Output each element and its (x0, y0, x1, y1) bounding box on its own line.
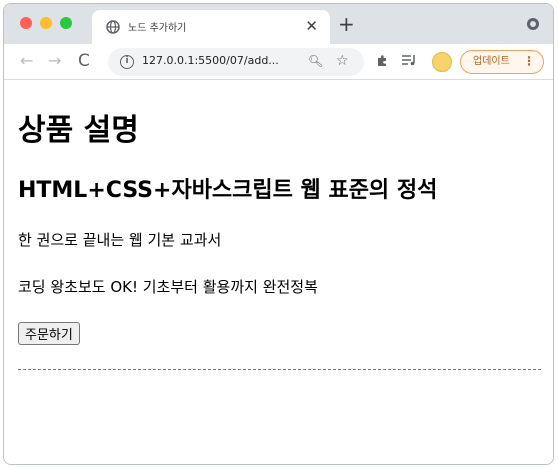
back-arrow-icon[interactable]: ← (20, 51, 33, 71)
page-content: 상품 설명 HTML+CSS+자바스크립트 웹 표준의 정석 한 권으로 끝내는… (4, 81, 553, 464)
book-description: 코딩 왕초보도 OK! 기초부터 활용까지 완전정복 (18, 278, 318, 296)
url-text[interactable]: 127.0.0.1:5500/07/add... (142, 54, 279, 67)
close-icon[interactable]: ✕ (305, 16, 318, 36)
update-button[interactable]: 업데이트 ⋮ (460, 50, 544, 74)
new-tab-button[interactable]: + (338, 13, 355, 35)
close-window-button[interactable] (20, 17, 32, 29)
order-button[interactable]: 주문하기 (18, 322, 80, 345)
extensions-puzzle-icon[interactable] (376, 54, 388, 66)
book-subtitle: 한 권으로 끝내는 웹 기본 교과서 (18, 231, 222, 249)
tab-strip: 노드 추가하기 ✕ + (4, 4, 553, 44)
address-bar[interactable]: i 127.0.0.1:5500/07/add... 🔍︎ ☆ (108, 48, 364, 76)
tab-title: 노드 추가하기 (128, 23, 187, 34)
horizontal-rule (18, 369, 541, 370)
zoom-icon[interactable]: 🔍︎ (308, 54, 323, 68)
update-label: 업데이트 (473, 56, 510, 67)
bookmark-star-icon[interactable]: ☆ (336, 53, 349, 69)
profile-avatar[interactable] (432, 52, 452, 72)
browser-toolbar: ← → C i 127.0.0.1:5500/07/add... 🔍︎ ☆ 업데… (4, 44, 553, 80)
reload-icon[interactable]: C (78, 51, 90, 71)
globe-icon (106, 20, 120, 34)
tab-search-icon[interactable] (527, 18, 539, 30)
media-control-icon[interactable] (402, 54, 416, 66)
page-title: 상품 설명 (18, 113, 139, 148)
maximize-window-button[interactable] (60, 17, 72, 29)
browser-window: 노드 추가하기 ✕ + ← → C i 127.0.0.1:5500/07/ad… (3, 3, 554, 465)
forward-arrow-icon[interactable]: → (48, 51, 61, 71)
info-icon[interactable]: i (120, 55, 134, 69)
more-menu-icon[interactable]: ⋮ (523, 51, 535, 72)
minimize-window-button[interactable] (40, 17, 52, 29)
book-title: HTML+CSS+자바스크립트 웹 표준의 정석 (18, 178, 438, 203)
active-tab[interactable]: 노드 추가하기 ✕ (92, 10, 330, 44)
